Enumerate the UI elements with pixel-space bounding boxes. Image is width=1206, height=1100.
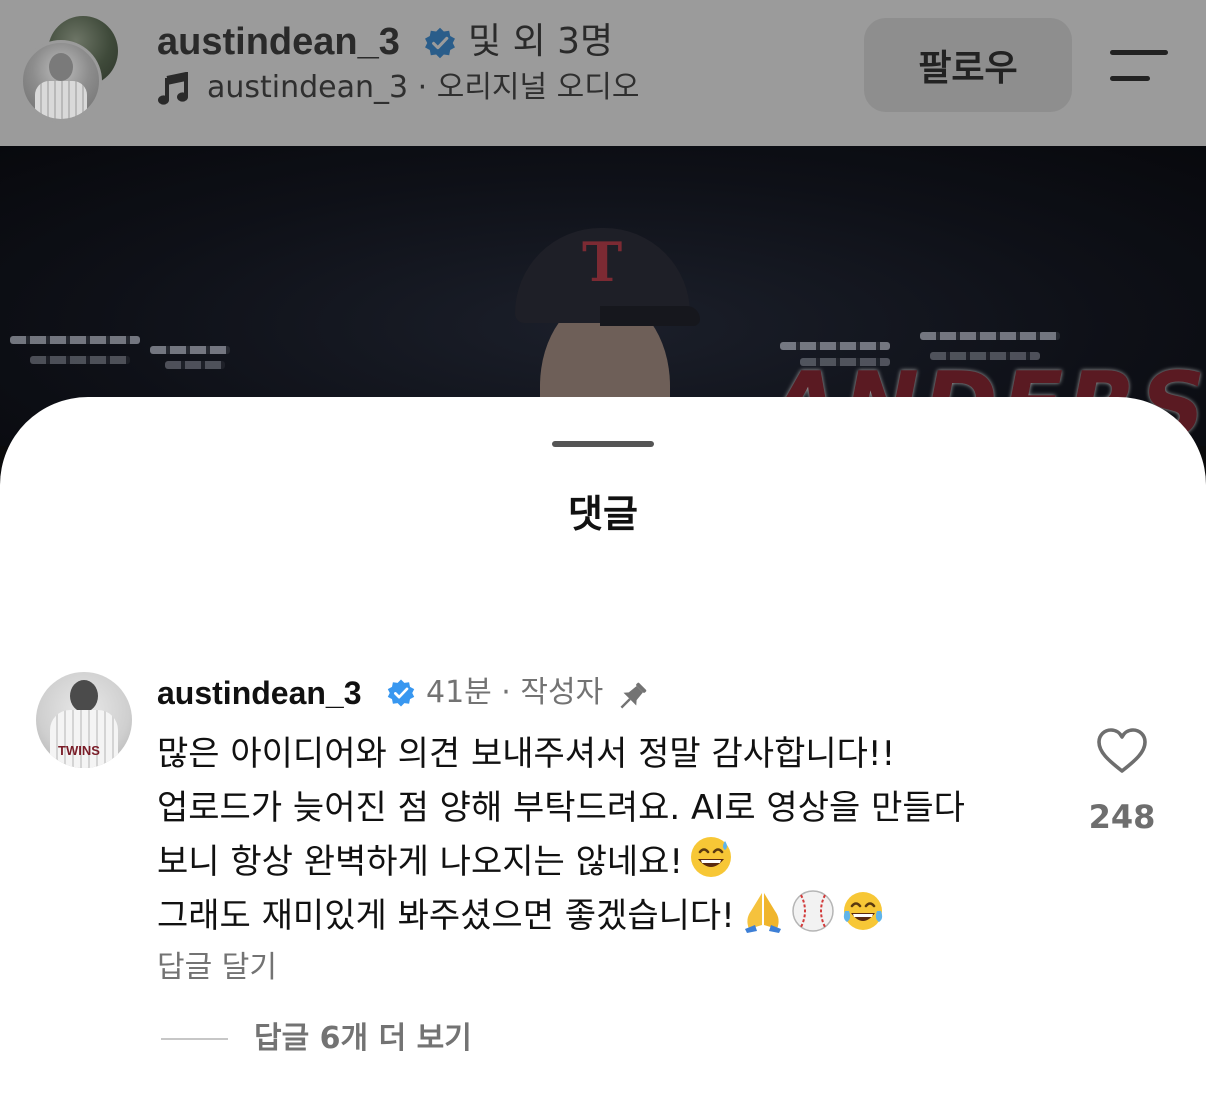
- drag-handle[interactable]: [552, 441, 654, 447]
- comment-line: 많은 아이디어와 의견 보내주셔서 정말 감사합니다!!: [157, 734, 896, 774]
- comment-username[interactable]: austindean_3: [157, 671, 362, 715]
- comment-line: 그래도 재미있게 봐주셨으면 좋겠습니다!: [157, 896, 735, 936]
- grinning-sweat-emoji: [691, 837, 732, 877]
- comments-sheet: 댓글 TWINS austindean_3 41분 · 작성자 많은 아이디어와…: [0, 397, 1206, 1100]
- music-note-icon: [158, 72, 188, 105]
- author-avatar[interactable]: [20, 40, 102, 122]
- tears-of-joy-emoji: [843, 892, 882, 930]
- reply-button[interactable]: 답글 달기: [157, 946, 277, 990]
- menu-icon[interactable]: [1108, 50, 1170, 84]
- header-username[interactable]: austindean_3: [157, 18, 400, 66]
- audio-label[interactable]: austindean_3 · 오리지널 오디오: [207, 68, 639, 108]
- like-count: 248: [1088, 798, 1156, 836]
- baseball-emoji: [792, 890, 834, 932]
- heart-icon[interactable]: [1096, 727, 1148, 775]
- comment-avatar[interactable]: TWINS: [36, 672, 132, 768]
- view-replies-button[interactable]: 답글 6개 더 보기: [254, 1017, 472, 1061]
- cap-logo: T: [582, 230, 623, 294]
- comment-line: 보니 항상 완벽하게 나오지는 않네요!: [157, 842, 684, 882]
- reel-header: austindean_3 및 외 3명 austindean_3 · 오리지널 …: [0, 0, 1206, 146]
- folded-hands-emoji: [744, 893, 781, 933]
- sheet-title: 댓글: [568, 492, 638, 536]
- comment-body: 많은 아이디어와 의견 보내주셔서 정말 감사합니다!! 업로드가 늦어진 점 …: [157, 727, 1057, 943]
- verified-badge-icon: [387, 679, 415, 707]
- avatar-jersey-text: TWINS: [58, 743, 100, 758]
- verified-badge-icon: [425, 27, 455, 59]
- follow-button[interactable]: 팔로우: [864, 18, 1072, 112]
- comment-line: 업로드가 늦어진 점 양해 부탁드려요. AI로 영상을 만들다: [157, 788, 965, 828]
- comment-meta: 41분 · 작성자: [426, 675, 604, 710]
- collaborators-label[interactable]: 및 외 3명: [468, 18, 613, 66]
- replies-divider: [161, 1038, 228, 1040]
- pin-icon: [620, 682, 647, 709]
